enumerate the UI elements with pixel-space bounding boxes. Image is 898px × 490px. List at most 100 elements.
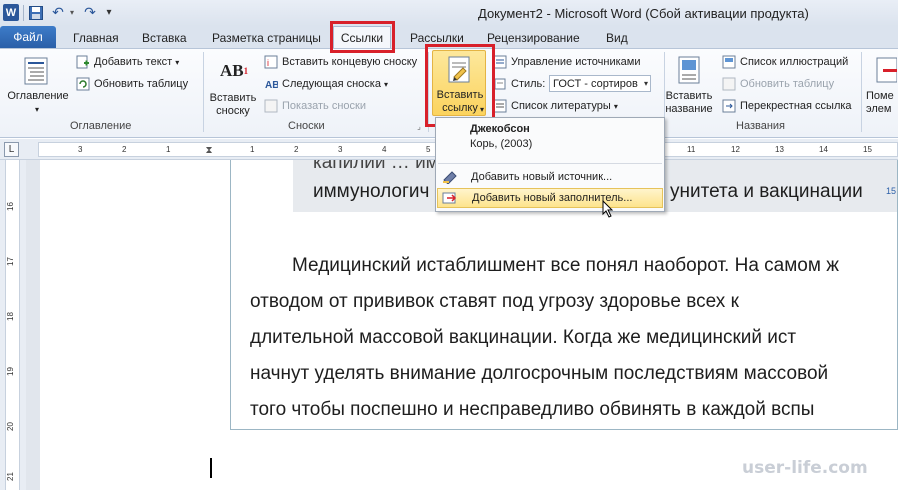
svg-text:AB: AB	[265, 80, 278, 91]
tab-references[interactable]: Ссылки	[333, 26, 391, 49]
insert-caption-icon[interactable]	[676, 55, 702, 85]
toc-dropdown-icon[interactable]: ▾	[32, 103, 42, 116]
ruler-number: 4	[382, 145, 387, 154]
tab-mailings[interactable]: Рассылки	[410, 31, 464, 45]
tab-selector-icon[interactable]: L	[4, 142, 19, 157]
tab-home[interactable]: Главная	[73, 31, 119, 45]
update-figures-table-button[interactable]: Обновить таблицу	[722, 77, 834, 91]
show-notes-icon	[264, 99, 278, 113]
insert-endnote-button[interactable]: i Вставить концевую сноску	[264, 55, 417, 69]
cross-reference-button[interactable]: Перекрестная ссылка	[722, 99, 852, 113]
watermark: user-life.com	[742, 458, 868, 478]
group-divider	[203, 52, 204, 132]
footnote-reference[interactable]: 15	[886, 186, 896, 196]
mark-entry-icon[interactable]	[874, 56, 898, 84]
citation-style-select[interactable]: ГОСТ - сортиров ▾	[549, 75, 651, 92]
vruler-number: 18	[5, 312, 15, 321]
show-notes-button[interactable]: Показать сноски	[264, 99, 366, 113]
ruler-number: 3	[78, 145, 83, 154]
doc-paragraph-line: Медицинский истаблишмент все понял наобо…	[292, 255, 839, 276]
doc-line: иммунологич	[313, 181, 430, 202]
tab-page-layout[interactable]: Разметка страницы	[212, 31, 321, 45]
source-detail[interactable]: Корь, (2003)	[470, 138, 532, 150]
tab-review[interactable]: Рецензирование	[487, 31, 580, 45]
insert-footnote-button[interactable]: Вставить сноску	[208, 92, 258, 118]
insert-endnote-label: Вставить концевую сноску	[282, 56, 418, 68]
svg-text:i: i	[267, 58, 269, 68]
ruler-number: 15	[863, 145, 872, 154]
style-icon	[493, 77, 507, 91]
footnotes-launcher-icon[interactable]: ⌟	[414, 121, 424, 131]
bibliography-button[interactable]: Список литературы ▾	[493, 99, 618, 113]
table-of-contents-icon[interactable]	[22, 56, 50, 86]
ruler-number: 2	[294, 145, 299, 154]
group-label-footnotes: Сноски	[288, 120, 325, 132]
group-label-captions: Названия	[736, 120, 785, 132]
group-label-toc: Оглавление	[70, 120, 132, 132]
vruler-number: 17	[5, 257, 15, 266]
group-divider	[861, 52, 862, 132]
ruler-number: 13	[775, 145, 784, 154]
ruler-number: 11	[687, 145, 696, 154]
vruler-number: 16	[5, 202, 15, 211]
indent-marker-icon[interactable]: ⧗	[204, 141, 214, 159]
redo-icon[interactable]: ↷	[82, 4, 98, 21]
tab-file[interactable]: Файл	[0, 26, 56, 48]
show-notes-label: Показать сноски	[282, 100, 366, 112]
cross-reference-icon	[722, 99, 736, 113]
undo-dropdown-icon[interactable]: ▾	[68, 4, 76, 21]
add-text-button[interactable]: Добавить текст ▾	[76, 55, 179, 69]
insert-footnote-icon[interactable]: AB 1	[218, 57, 250, 85]
text-cursor	[210, 458, 212, 478]
style-label: Стиль:	[493, 77, 545, 91]
update-table-icon	[76, 77, 90, 91]
next-footnote-button[interactable]: AB Следующая сноска ▾	[264, 77, 388, 91]
manage-sources-button[interactable]: Управление источниками	[493, 55, 640, 69]
word-app-icon[interactable]: W	[3, 4, 19, 21]
insert-citation-icon	[444, 54, 474, 86]
qat-divider	[23, 5, 24, 21]
mark-entry-label-1: Поме	[866, 90, 894, 102]
add-source-icon	[442, 170, 458, 185]
bibliography-dropdown-icon: ▾	[613, 101, 618, 111]
tab-insert[interactable]: Вставка	[142, 31, 187, 45]
doc-paragraph-line: отводом от прививок ставят под угрозу зд…	[250, 291, 739, 312]
update-figures-icon	[722, 77, 736, 91]
manage-sources-icon	[493, 55, 507, 69]
table-of-figures-button[interactable]: Список иллюстраций	[722, 55, 848, 69]
insert-footnote-label-2: сноску	[216, 105, 250, 117]
source-author[interactable]: Джекобсон	[470, 123, 530, 135]
ruler-number: 3	[338, 145, 343, 154]
next-footnote-dropdown-icon: ▾	[383, 79, 388, 89]
ruler-number: 12	[731, 145, 740, 154]
doc-line: унитета и вакцинации	[670, 181, 863, 202]
insert-caption-button[interactable]: Вставить название	[664, 90, 714, 116]
save-icon[interactable]	[28, 4, 44, 21]
bibliography-icon	[493, 99, 507, 113]
undo-icon[interactable]: ↶	[50, 4, 66, 21]
mark-entry-button[interactable]: Поме элем	[866, 90, 898, 116]
insert-caption-label-1: Вставить	[665, 90, 713, 102]
table-of-figures-label: Список иллюстраций	[740, 56, 849, 68]
doc-paragraph-line: начнут уделять внимание долгосрочным пос…	[250, 363, 829, 384]
vruler-number: 19	[5, 367, 15, 376]
window-title: Документ2 - Microsoft Word (Сбой активац…	[478, 6, 809, 21]
add-new-placeholder-item[interactable]: Добавить новый заполнитель...	[437, 188, 663, 208]
menu-divider	[438, 163, 662, 164]
insert-footnote-label-1: Вставить	[209, 92, 257, 104]
customize-qat-icon[interactable]: ▾	[104, 4, 114, 21]
add-text-dropdown-icon: ▾	[175, 57, 180, 67]
vruler-number: 20	[5, 422, 15, 431]
toc-button[interactable]: Оглавление	[6, 90, 70, 103]
bibliography-label: Список литературы	[511, 100, 611, 112]
cross-reference-label: Перекрестная ссылка	[740, 100, 852, 112]
doc-paragraph-line: того чтобы поспешно и несправедливо обви…	[250, 399, 815, 420]
tab-references-label: Ссылки	[340, 31, 384, 45]
add-new-source-label: Добавить новый источник...	[471, 171, 613, 183]
tab-view[interactable]: Вид	[606, 31, 628, 45]
update-toc-button[interactable]: Обновить таблицу	[76, 77, 188, 91]
add-placeholder-icon	[442, 191, 458, 205]
ruler-number: 2	[122, 145, 127, 154]
insert-caption-label-2: название	[665, 103, 713, 115]
add-new-source-item[interactable]: Добавить новый источник...	[437, 167, 663, 187]
